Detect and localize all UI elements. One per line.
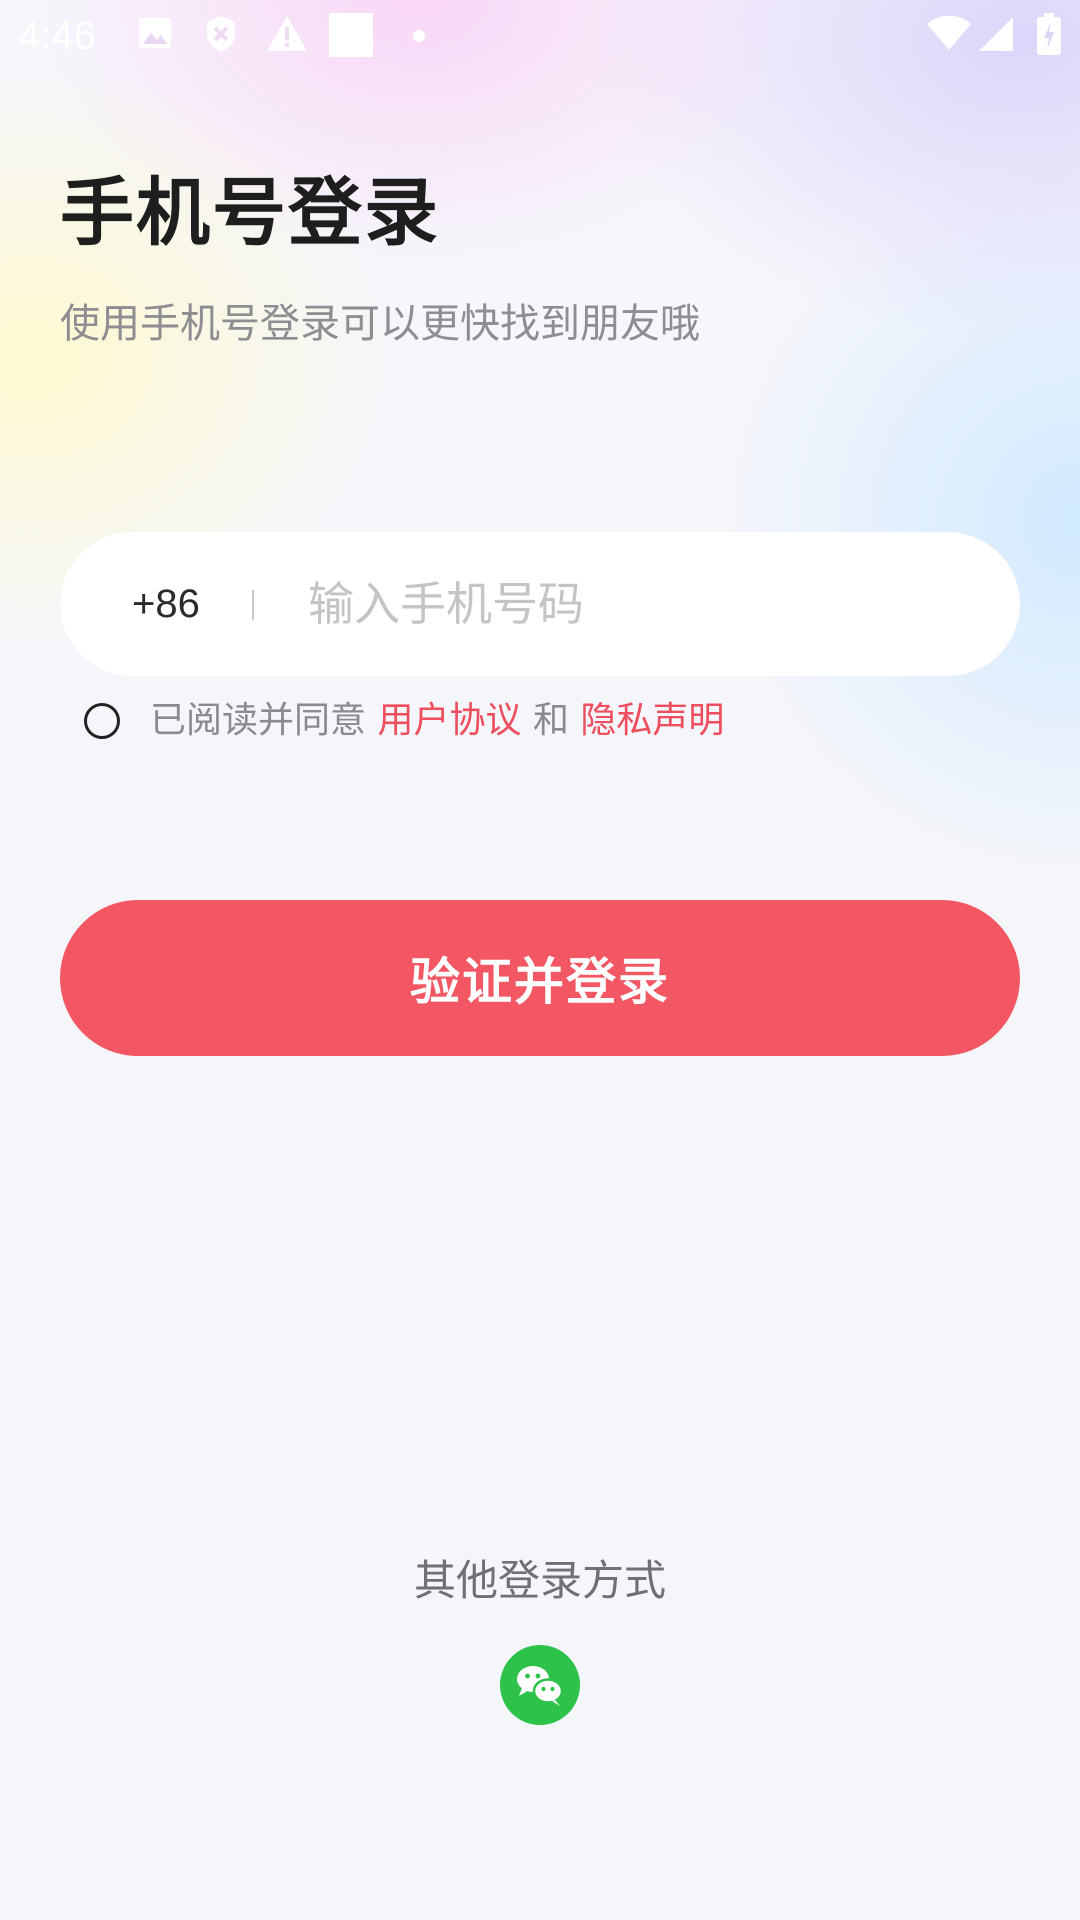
user-agreement-link[interactable]: 用户协议 — [377, 700, 521, 741]
agreement-text: 已阅读并同意 用户协议 和 隐私声明 — [150, 698, 724, 744]
shield-icon — [204, 14, 238, 58]
warning-icon — [266, 14, 308, 58]
wechat-icon — [517, 1666, 564, 1706]
page-subtitle: 使用手机号登录可以更快找到朋友哦 — [60, 301, 700, 347]
wifi-icon — [926, 14, 972, 56]
phone-field[interactable]: +86 — [60, 532, 1020, 676]
square-icon — [328, 12, 374, 62]
verify-login-button[interactable]: 验证并登录 — [60, 900, 1020, 1056]
field-divider — [252, 590, 254, 620]
wechat-login-button[interactable] — [500, 1645, 580, 1725]
page-title: 手机号登录 — [60, 170, 440, 256]
dot-icon — [412, 28, 426, 47]
agreement-conjunction: 和 — [532, 700, 569, 741]
agreement-row: 已阅读并同意 用户协议 和 隐私声明 — [84, 698, 724, 744]
battery-icon — [1036, 12, 1062, 60]
signal-icon — [978, 16, 1014, 56]
country-code-selector[interactable]: +86 — [132, 576, 200, 632]
image-icon — [138, 14, 172, 58]
privacy-policy-link[interactable]: 隐私声明 — [580, 700, 724, 741]
phone-number-input[interactable] — [308, 568, 968, 640]
status-bar: 4:46 — [0, 0, 1080, 72]
agreement-prefix: 已阅读并同意 — [150, 700, 367, 741]
status-time: 4:46 — [18, 14, 96, 58]
other-login-label: 其他登录方式 — [413, 1556, 666, 1605]
agreement-checkbox[interactable] — [84, 703, 120, 739]
